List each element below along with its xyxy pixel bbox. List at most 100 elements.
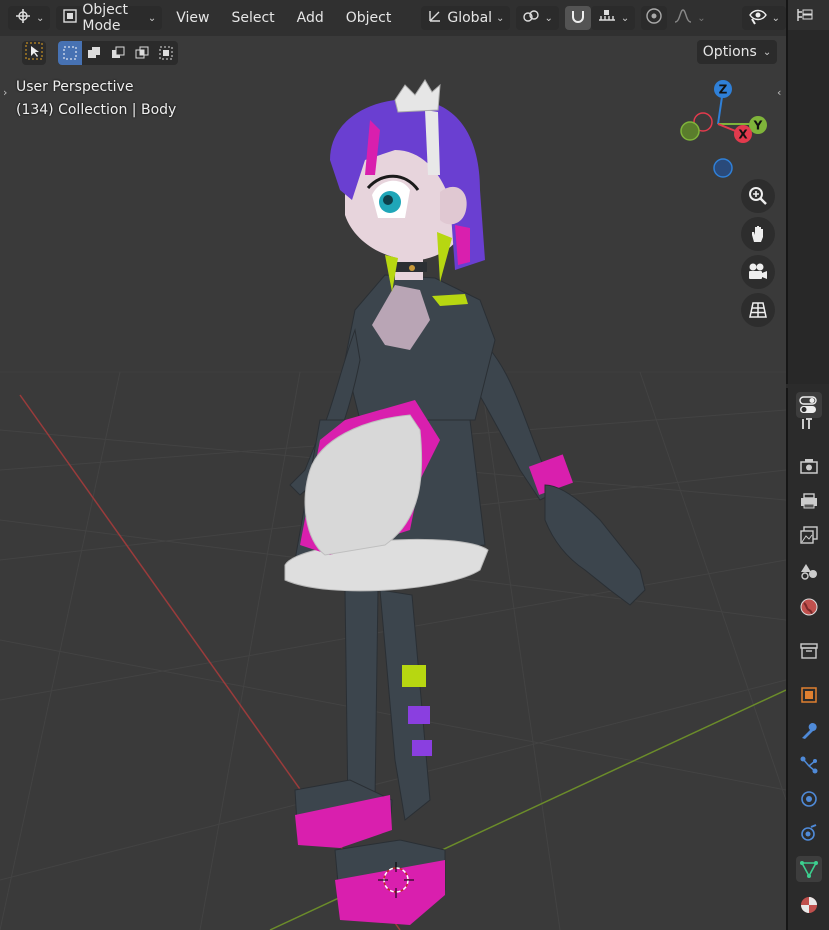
chevron-down-icon: ⌄ <box>697 12 706 24</box>
wrench-icon <box>802 723 817 739</box>
visibility-selector[interactable]: ⌄ <box>741 6 786 30</box>
object-square-icon <box>801 687 817 703</box>
mode-label: Object Mode <box>82 2 128 34</box>
gizmo-z-label: Z <box>719 83 728 97</box>
select-invert-icon <box>159 46 173 60</box>
right-panels <box>786 0 829 930</box>
outliner-panel[interactable] <box>786 0 829 384</box>
magnet-icon <box>569 8 587 28</box>
material-sphere-icon <box>801 897 817 913</box>
physics-orbit-icon <box>801 791 817 807</box>
select-tool-button[interactable] <box>22 41 46 65</box>
tab-material[interactable] <box>796 892 822 918</box>
character-model[interactable] <box>284 79 646 925</box>
perspective-label: User Perspective <box>16 79 134 95</box>
orientation-axes-icon <box>427 8 443 28</box>
menu-object[interactable]: Object <box>338 10 400 26</box>
render-camera-icon <box>800 459 818 474</box>
outliner-icon[interactable] <box>796 7 814 23</box>
proportional-edit-toggle[interactable] <box>641 6 668 30</box>
chevron-down-icon: ⌄ <box>771 12 780 24</box>
object-mode-icon <box>62 8 78 28</box>
tab-view-layer[interactable] <box>796 522 822 548</box>
proportional-edit-icon <box>645 7 663 29</box>
tab-render[interactable] <box>796 454 822 480</box>
transform-orientation-selector[interactable]: Global ⌄ <box>421 6 511 30</box>
tab-particles[interactable] <box>796 752 822 778</box>
snap-increment-icon <box>597 8 617 28</box>
chevron-down-icon: ⌄ <box>544 12 553 24</box>
gizmo-x-label: X <box>738 128 748 142</box>
image-layers-icon <box>800 526 818 544</box>
tab-tool[interactable] <box>796 416 822 432</box>
chevron-down-icon: ⌄ <box>36 12 45 24</box>
pivot-point-selector[interactable]: ⌄ <box>516 6 559 30</box>
menu-add[interactable]: Add <box>289 10 332 26</box>
snap-toggle[interactable] <box>564 6 591 30</box>
camera-icon <box>749 263 767 279</box>
grid-perspective-icon <box>749 302 767 318</box>
mode-intersect[interactable] <box>130 41 154 65</box>
menu-view[interactable]: View <box>168 10 217 26</box>
select-subtract-icon <box>112 46 125 58</box>
tab-scene[interactable] <box>796 558 822 584</box>
select-new-icon <box>63 46 77 60</box>
zoom-button[interactable] <box>741 179 775 213</box>
globe-transform-icon <box>14 7 32 29</box>
pan-button[interactable] <box>741 217 775 251</box>
mode-extend[interactable] <box>82 41 106 65</box>
properties-panel[interactable] <box>786 388 829 930</box>
options-button[interactable]: Options ⌄ <box>697 40 777 64</box>
mode-subtract[interactable] <box>106 41 130 65</box>
viewport-header: ⌄ Object Mode ⌄ View Select Add Object G… <box>0 0 786 36</box>
tab-world[interactable] <box>796 594 822 620</box>
tab-modifiers[interactable] <box>796 718 822 744</box>
eye-pointer-icon <box>748 7 768 29</box>
falloff-curve-icon <box>673 8 693 28</box>
falloff-selector[interactable]: ⌄ <box>667 6 711 30</box>
selection-mode-group <box>58 41 178 65</box>
editor-type-button[interactable]: ⌄ <box>8 6 51 30</box>
tab-physics[interactable] <box>796 786 822 812</box>
collection-label: (134) Collection | Body <box>16 102 177 118</box>
tab-output[interactable] <box>796 488 822 514</box>
tab-collection[interactable] <box>796 638 822 664</box>
scene-shapes-icon <box>801 564 817 580</box>
chevron-down-icon: ⌄ <box>496 12 505 24</box>
options-label: Options <box>702 44 757 60</box>
particles-icon <box>800 756 818 774</box>
mode-set-new[interactable] <box>58 41 82 65</box>
cursor-arrow-icon <box>25 42 43 64</box>
zoom-icon <box>749 187 767 205</box>
viewport-scene <box>0 79 786 930</box>
tool-icon <box>802 418 812 429</box>
select-extend-icon <box>88 47 100 58</box>
orientation-label: Global <box>447 10 493 26</box>
navigation-gizmo[interactable]: Z Y X <box>670 72 780 182</box>
tab-constraints[interactable] <box>796 820 822 846</box>
select-intersect-icon <box>135 46 149 59</box>
3d-viewport[interactable]: ⌄ Object Mode ⌄ View Select Add Object G… <box>0 0 786 930</box>
constraint-icon <box>801 824 817 841</box>
snap-target-selector[interactable]: ⌄ <box>590 6 636 30</box>
tool-settings-bar: Options ⌄ <box>0 38 786 66</box>
link-pivot-icon <box>522 8 540 28</box>
collection-box-icon <box>800 643 818 659</box>
toolbar-expand-arrow[interactable]: › <box>3 86 7 99</box>
hand-icon <box>752 226 763 242</box>
menu-select[interactable]: Select <box>223 10 282 26</box>
chevron-down-icon: ⌄ <box>762 46 772 58</box>
perspective-toggle-button[interactable] <box>741 293 775 327</box>
properties-editor-type[interactable] <box>796 392 822 418</box>
printer-icon <box>801 493 817 509</box>
chevron-down-icon: ⌄ <box>147 12 157 24</box>
camera-view-button[interactable] <box>741 255 775 289</box>
tab-object-data[interactable] <box>796 856 822 882</box>
world-globe-icon <box>800 598 818 616</box>
mode-selector[interactable]: Object Mode ⌄ <box>56 2 163 34</box>
tab-object[interactable] <box>796 682 822 708</box>
mode-invert[interactable] <box>154 41 178 65</box>
outliner-header <box>788 0 829 30</box>
gizmo-y-label: Y <box>753 119 763 133</box>
toggle-switch-icon <box>799 396 817 413</box>
